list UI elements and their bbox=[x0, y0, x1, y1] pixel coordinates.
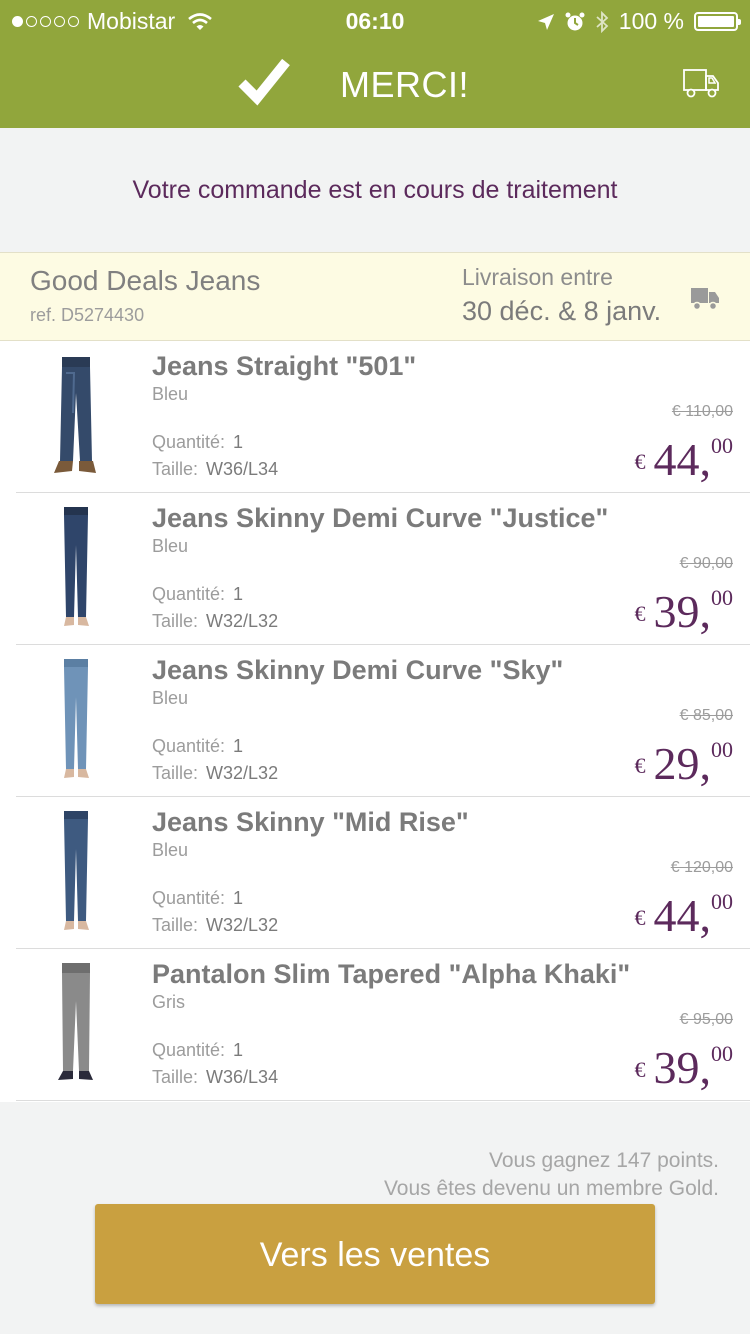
order-status-message: Votre commande est en cours de traitemen… bbox=[132, 176, 618, 204]
price-decimal: 00 bbox=[711, 737, 733, 762]
size-label: Taille: bbox=[152, 915, 199, 935]
product-color: Bleu bbox=[152, 384, 189, 404]
delivery-truck-icon[interactable] bbox=[682, 66, 720, 100]
quantity-value: 1 bbox=[233, 736, 244, 756]
page-title: MERCI! bbox=[340, 64, 469, 105]
original-price: € 110,00 bbox=[671, 403, 733, 420]
original-price: € 90,00 bbox=[679, 555, 733, 572]
price-decimal: 00 bbox=[711, 1041, 733, 1066]
points-earned: Vous gagnez 147 points. bbox=[488, 1149, 719, 1172]
product-image bbox=[54, 357, 96, 473]
quantity-label: Quantité: bbox=[152, 432, 226, 452]
size-value: W32/L32 bbox=[206, 611, 279, 631]
quantity-row: Quantité: 1 bbox=[152, 1040, 243, 1061]
product-color: Gris bbox=[152, 992, 185, 1012]
currency-symbol: € bbox=[634, 753, 646, 778]
price-decimal: 00 bbox=[711, 889, 733, 914]
go-to-sales-button[interactable]: Vers les ventes bbox=[95, 1204, 655, 1304]
size-value: W32/L32 bbox=[206, 915, 279, 935]
bluetooth-icon bbox=[596, 10, 609, 33]
status-bar: Mobistar 06:10 100 % bbox=[0, 0, 750, 40]
navigation-bar: MERCI! bbox=[0, 40, 750, 128]
order-item[interactable]: Pantalon Slim Tapered "Alpha Khaki" Gris… bbox=[16, 949, 750, 1101]
price-integer: 39, bbox=[653, 1042, 712, 1093]
quantity-value: 1 bbox=[233, 584, 244, 604]
seller-header: Good Deals Jeans ref. D5274430 Livraison… bbox=[0, 252, 750, 341]
product-image bbox=[58, 963, 93, 1080]
quantity-value: 1 bbox=[233, 888, 244, 908]
battery-percentage: 100 % bbox=[618, 8, 684, 34]
order-item[interactable]: Jeans Skinny "Mid Rise" Bleu Quantité: 1 … bbox=[16, 797, 750, 949]
original-price: € 95,00 bbox=[679, 1011, 733, 1028]
product-image bbox=[64, 507, 89, 626]
size-value: W32/L32 bbox=[206, 763, 279, 783]
delivery-dates: 30 déc. & 8 janv. bbox=[462, 296, 662, 326]
order-item[interactable]: Jeans Skinny Demi Curve "Justice" Bleu Q… bbox=[16, 493, 750, 645]
product-color: Bleu bbox=[152, 536, 189, 556]
size-label: Taille: bbox=[152, 611, 199, 631]
order-item[interactable]: Jeans Straight "501" Bleu Quantité: 1 Tai… bbox=[16, 341, 750, 493]
quantity-label: Quantité: bbox=[152, 1040, 226, 1060]
product-color: Bleu bbox=[152, 688, 189, 708]
product-image bbox=[64, 659, 89, 778]
size-row: Taille: W32/L32 bbox=[152, 763, 278, 784]
sale-price: €44,00 bbox=[635, 889, 734, 942]
quantity-label: Quantité: bbox=[152, 584, 226, 604]
original-price: € 85,00 bbox=[679, 707, 733, 724]
price-integer: 39, bbox=[653, 586, 712, 637]
size-label: Taille: bbox=[152, 459, 199, 479]
sale-price: €39,00 bbox=[635, 1041, 734, 1094]
quantity-row: Quantité: 1 bbox=[152, 736, 243, 757]
price-decimal: 00 bbox=[711, 585, 733, 610]
membership-status: Vous êtes devenu un membre Gold. bbox=[383, 1177, 719, 1200]
status-icons: 100 % bbox=[537, 8, 741, 35]
location-arrow-icon bbox=[537, 13, 554, 30]
quantity-label: Quantité: bbox=[152, 888, 226, 908]
delivery-truck-icon bbox=[691, 288, 719, 311]
currency-symbol: € bbox=[634, 1057, 646, 1082]
product-color: Bleu bbox=[152, 840, 189, 860]
size-row: Taille: W36/L34 bbox=[152, 1067, 278, 1088]
quantity-row: Quantité: 1 bbox=[152, 584, 243, 605]
quantity-row: Quantité: 1 bbox=[152, 888, 243, 909]
product-image bbox=[64, 811, 89, 930]
checkmark-icon bbox=[238, 58, 290, 106]
quantity-value: 1 bbox=[233, 1040, 244, 1060]
product-name: Jeans Skinny Demi Curve "Sky" bbox=[152, 655, 564, 685]
sale-price: €44,00 bbox=[635, 433, 734, 486]
order-reference: ref. D5274430 bbox=[30, 305, 145, 325]
product-name: Jeans Skinny Demi Curve "Justice" bbox=[152, 503, 609, 533]
currency-symbol: € bbox=[634, 449, 646, 474]
currency-symbol: € bbox=[634, 905, 646, 930]
price-integer: 44, bbox=[653, 434, 712, 485]
product-name: Jeans Straight "501" bbox=[152, 351, 417, 381]
quantity-row: Quantité: 1 bbox=[152, 432, 243, 453]
sale-price: €39,00 bbox=[635, 585, 734, 638]
order-item[interactable]: Jeans Skinny Demi Curve "Sky" Bleu Quant… bbox=[16, 645, 750, 797]
product-name: Jeans Skinny "Mid Rise" bbox=[152, 807, 469, 837]
sale-price: €29,00 bbox=[635, 737, 734, 790]
size-value: W36/L34 bbox=[206, 1067, 279, 1087]
battery-icon bbox=[694, 12, 741, 31]
product-name: Pantalon Slim Tapered "Alpha Khaki" bbox=[152, 959, 631, 989]
size-label: Taille: bbox=[152, 763, 199, 783]
price-integer: 44, bbox=[653, 890, 712, 941]
delivery-label: Livraison entre bbox=[462, 264, 613, 290]
loyalty-points-message: Vous gagnez 147 points. Vous êtes devenu… bbox=[384, 1147, 719, 1203]
quantity-label: Quantité: bbox=[152, 736, 226, 756]
size-row: Taille: W32/L32 bbox=[152, 915, 278, 936]
original-price: € 120,00 bbox=[670, 859, 733, 876]
price-integer: 29, bbox=[653, 738, 712, 789]
currency-symbol: € bbox=[634, 601, 646, 626]
price-decimal: 00 bbox=[711, 433, 733, 458]
seller-name: Good Deals Jeans bbox=[30, 265, 261, 296]
size-row: Taille: W32/L32 bbox=[152, 611, 278, 632]
order-items-list: Jeans Straight "501" Bleu Quantité: 1 Tai… bbox=[0, 341, 750, 1102]
size-row: Taille: W36/L34 bbox=[152, 459, 278, 480]
size-value: W36/L34 bbox=[206, 459, 279, 479]
alarm-icon bbox=[565, 12, 585, 30]
quantity-value: 1 bbox=[233, 432, 244, 452]
size-label: Taille: bbox=[152, 1067, 199, 1087]
